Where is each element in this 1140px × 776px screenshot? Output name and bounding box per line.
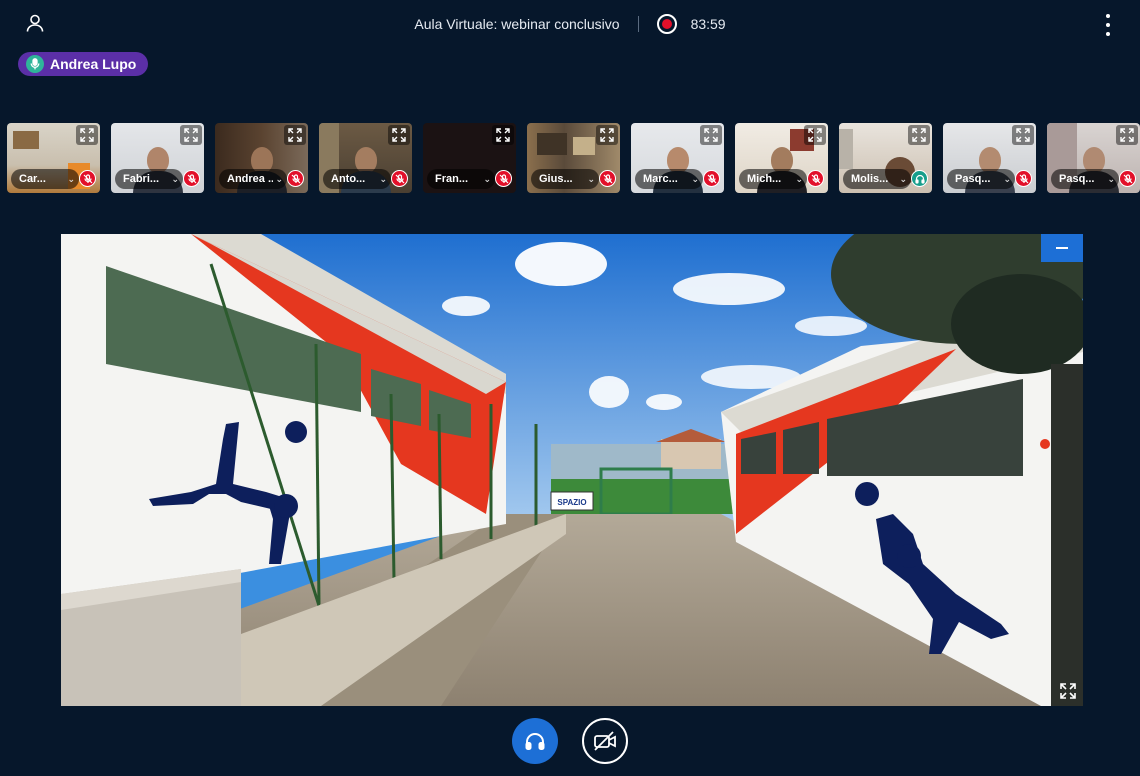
mic-off-icon <box>599 170 616 187</box>
chevron-down-icon: ⌄ <box>899 173 907 184</box>
mic-off-icon <box>495 170 512 187</box>
participant-name: Pasq... <box>955 173 991 185</box>
participant-strip: Car... ⌄ Fabri... ⌄ Andrea ... ⌄ Anto... ⌄ F… <box>7 123 1140 193</box>
participant-name-chip[interactable]: Pasq... ⌄ <box>947 169 1015 189</box>
participant-name-chip[interactable]: Marc... ⌄ <box>635 169 703 189</box>
header-divider <box>637 16 639 32</box>
headphones-icon[interactable] <box>512 718 558 764</box>
participant-name-chip[interactable]: Mich... ⌄ <box>739 169 807 189</box>
mic-off-icon <box>1119 170 1136 187</box>
participant-name: Mich... <box>747 173 782 185</box>
participant-tile[interactable]: Marc... ⌄ <box>631 123 724 193</box>
participant-name: Molis... <box>851 173 889 185</box>
mic-off-icon <box>703 170 720 187</box>
participant-name: Fabri... <box>123 173 160 185</box>
participant-name-chip[interactable]: Andrea ... ⌄ <box>219 169 287 189</box>
chevron-down-icon: ⌄ <box>483 173 491 184</box>
participant-name-chip[interactable]: Molis... ⌄ <box>843 169 911 189</box>
chevron-down-icon: ⌄ <box>171 173 179 184</box>
microphone-icon <box>26 55 44 73</box>
fullscreen-icon[interactable] <box>180 125 202 145</box>
chevron-down-icon: ⌄ <box>691 173 699 184</box>
participant-name: Gius... <box>539 173 573 185</box>
minimize-icon[interactable] <box>1041 234 1083 262</box>
chevron-down-icon: ⌄ <box>1003 173 1011 184</box>
recording-timer: 83:59 <box>690 16 726 32</box>
participant-name-chip[interactable]: Pasq... ⌄ <box>1051 169 1119 189</box>
participant-name-chip[interactable]: Fabri... ⌄ <box>115 169 183 189</box>
chevron-down-icon: ⌄ <box>275 173 283 184</box>
participant-name: Anto... <box>331 173 366 185</box>
participant-name-chip[interactable]: Car... ⌄ <box>11 169 79 189</box>
mic-off-icon <box>287 170 304 187</box>
field-signboard: SPAZIO <box>557 498 586 507</box>
mic-off-icon <box>807 170 824 187</box>
participant-name: Car... <box>19 173 46 185</box>
session-title: Aula Virtuale: webinar conclusivo <box>414 16 620 32</box>
session-header: Aula Virtuale: webinar conclusivo 83:59 <box>0 14 1140 34</box>
fullscreen-icon[interactable] <box>388 125 410 145</box>
chevron-down-icon: ⌄ <box>587 173 595 184</box>
fullscreen-icon[interactable] <box>492 125 514 145</box>
fullscreen-icon[interactable] <box>1116 125 1138 145</box>
participant-tile[interactable]: Molis... ⌄ <box>839 123 932 193</box>
headphones-icon <box>911 170 928 187</box>
top-bar: Aula Virtuale: webinar conclusivo 83:59 <box>0 0 1140 48</box>
camera-off-icon[interactable] <box>582 718 628 764</box>
participant-tile[interactable]: Mich... ⌄ <box>735 123 828 193</box>
participant-name-chip[interactable]: Gius... ⌄ <box>531 169 599 189</box>
chevron-down-icon: ⌄ <box>67 173 75 184</box>
presentation-area: SPAZIO <box>61 234 1083 706</box>
participant-tile[interactable]: Anto... ⌄ <box>319 123 412 193</box>
mic-off-icon <box>79 170 96 187</box>
participant-tile[interactable]: Pasq... ⌄ <box>1047 123 1140 193</box>
more-vertical-icon[interactable] <box>1098 14 1118 36</box>
mic-off-icon <box>1015 170 1032 187</box>
fullscreen-icon[interactable] <box>596 125 618 145</box>
participant-name: Pasq... <box>1059 173 1095 185</box>
participant-name: Fran... <box>435 173 469 185</box>
participant-name-chip[interactable]: Anto... ⌄ <box>323 169 391 189</box>
chevron-down-icon: ⌄ <box>1107 173 1115 184</box>
fullscreen-icon[interactable] <box>284 125 306 145</box>
mic-off-icon <box>183 170 200 187</box>
participant-tile[interactable]: Fabri... ⌄ <box>111 123 204 193</box>
presentation-slide-image: SPAZIO <box>61 234 1083 706</box>
fullscreen-icon[interactable] <box>1012 125 1034 145</box>
active-speaker-name: Andrea Lupo <box>50 56 137 72</box>
participant-tile[interactable]: Gius... ⌄ <box>527 123 620 193</box>
fullscreen-icon[interactable] <box>908 125 930 145</box>
participant-tile[interactable]: Car... ⌄ <box>7 123 100 193</box>
chevron-down-icon: ⌄ <box>795 173 803 184</box>
fullscreen-icon[interactable] <box>700 125 722 145</box>
fullscreen-icon[interactable] <box>804 125 826 145</box>
participant-tile[interactable]: Pasq... ⌄ <box>943 123 1036 193</box>
chevron-down-icon: ⌄ <box>379 173 387 184</box>
media-controls <box>0 718 1140 764</box>
fullscreen-icon[interactable] <box>76 125 98 145</box>
fullscreen-icon[interactable] <box>1057 680 1079 702</box>
participant-tile[interactable]: Fran... ⌄ <box>423 123 516 193</box>
active-speaker-indicator[interactable]: Andrea Lupo <box>18 52 149 76</box>
participant-name: Andrea ... <box>227 173 274 185</box>
participant-tile[interactable]: Andrea ... ⌄ <box>215 123 308 193</box>
mic-off-icon <box>391 170 408 187</box>
participant-name: Marc... <box>643 173 678 185</box>
record-icon[interactable] <box>656 14 677 34</box>
participant-name-chip[interactable]: Fran... ⌄ <box>427 169 495 189</box>
